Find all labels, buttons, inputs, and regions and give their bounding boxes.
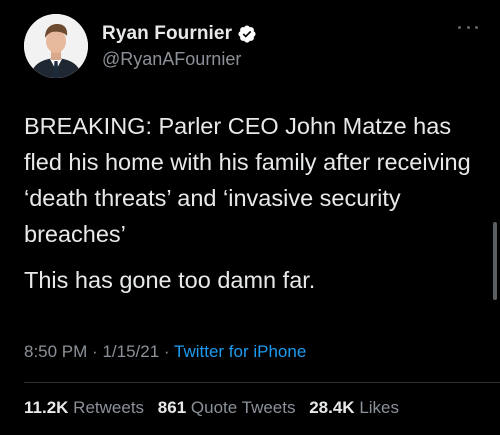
quote-tweets-count: 861 (157, 398, 187, 417)
name-row: Ryan Fournier (102, 23, 257, 45)
more-dot (466, 25, 470, 29)
tweet-date[interactable]: 1/15/21 (102, 342, 159, 361)
tweet-paragraph: BREAKING: Parler CEO John Matze has fled… (24, 113, 471, 247)
retweets-count: 11.2K (24, 398, 69, 417)
tweet-source-link[interactable]: Twitter for iPhone (174, 342, 306, 361)
author-display-name[interactable]: Ryan Fournier (102, 23, 232, 45)
avatar[interactable] (24, 14, 88, 78)
more-dot (475, 25, 478, 29)
tweet-card: Ryan Fournier @RyanAFournier BREAKING: P… (0, 0, 500, 435)
meta-separator: · (163, 342, 170, 361)
author-handle[interactable]: @RyanAFournier (102, 49, 257, 70)
likes-stat[interactable]: 28.4K Likes (309, 398, 399, 417)
scrollbar[interactable] (493, 222, 497, 300)
likes-count: 28.4K (309, 398, 355, 417)
retweets-label: Retweets (73, 398, 145, 417)
author-info: Ryan Fournier @RyanAFournier (102, 23, 257, 70)
tweet-paragraph: This has gone too damn far. (24, 267, 316, 293)
quote-tweets-label: Quote Tweets (190, 398, 296, 417)
engagement-stats: 11.2K Retweets 861 Quote Tweets 28.4K Li… (24, 398, 408, 418)
tweet-meta: 8:50 PM · 1/15/21 · Twitter for iPhone (24, 342, 306, 362)
more-dot (458, 25, 461, 29)
meta-separator: · (92, 342, 98, 361)
profile-photo-icon (24, 14, 88, 78)
verified-badge-icon (238, 24, 256, 43)
stats-divider (24, 382, 500, 383)
tweet-header: Ryan Fournier @RyanAFournier (24, 14, 257, 78)
retweets-stat[interactable]: 11.2K Retweets (24, 398, 144, 417)
likes-label: Likes (359, 398, 400, 417)
tweet-text: BREAKING: Parler CEO John Matze has fled… (24, 108, 484, 298)
quote-tweets-stat[interactable]: 861 Quote Tweets (158, 398, 296, 417)
more-options-icon[interactable] (458, 24, 478, 30)
tweet-time[interactable]: 8:50 PM (24, 342, 87, 361)
